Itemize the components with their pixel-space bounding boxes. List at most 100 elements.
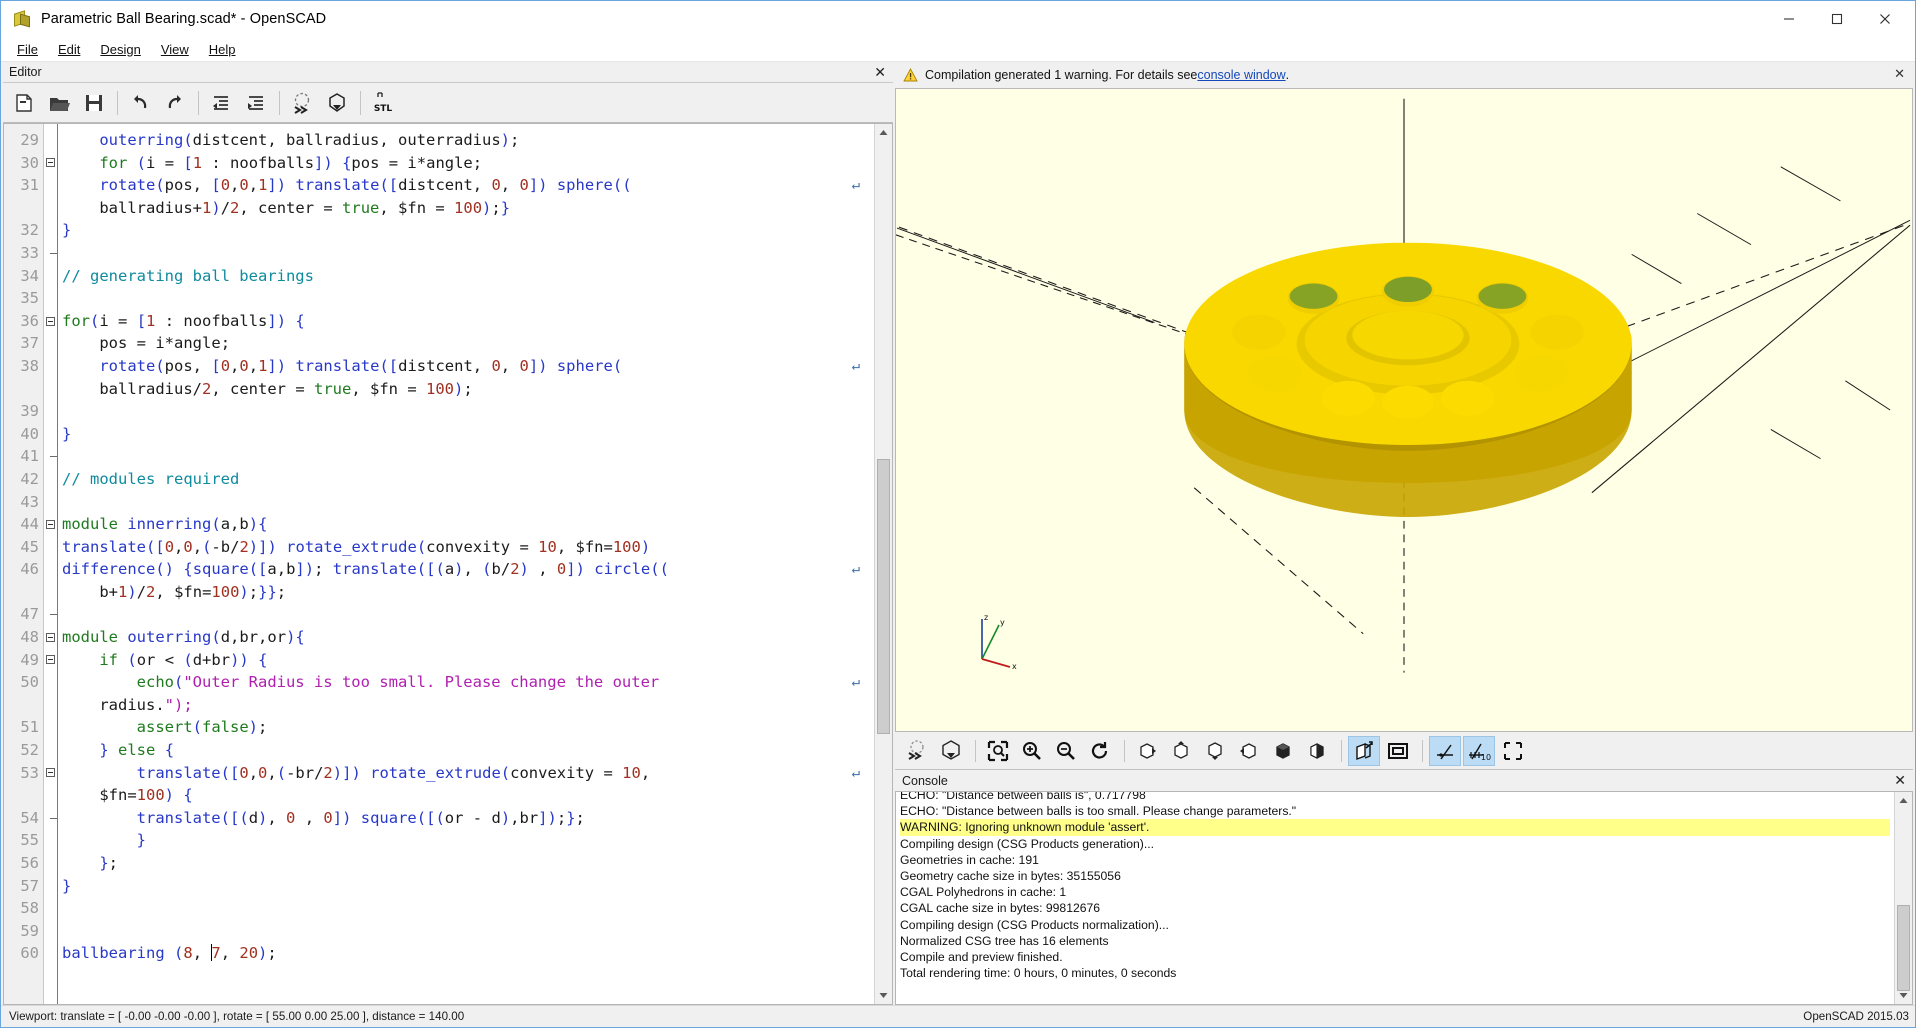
fold-collapse-icon[interactable]	[46, 158, 55, 168]
view-front-icon[interactable]	[1267, 736, 1299, 766]
code-line[interactable]: pos = i*angle;	[62, 332, 874, 355]
fold-marker[interactable]	[44, 310, 57, 333]
3d-viewport[interactable]: z y x	[895, 88, 1913, 732]
code-line[interactable]: } else {	[62, 739, 874, 762]
show-scale-icon[interactable]: 10	[1463, 735, 1495, 766]
fold-collapse-icon[interactable]	[46, 316, 55, 326]
console-scroll-track[interactable]	[1895, 809, 1912, 991]
code-line[interactable]: ballbearing (8, 7, 20);	[62, 942, 874, 965]
code-line[interactable]: }	[62, 829, 874, 852]
scroll-track[interactable]	[875, 141, 892, 987]
code-line[interactable]: outerring(distcent, ballradius, outerrad…	[62, 129, 874, 152]
code-line[interactable]: difference() {square([a,b]); translate([…	[62, 558, 874, 581]
zoom-out-icon[interactable]	[1050, 736, 1082, 766]
perspective-icon[interactable]	[1348, 735, 1380, 766]
export-stl-icon[interactable]: STL	[366, 86, 400, 120]
menu-file[interactable]: File	[7, 39, 48, 60]
code-line[interactable]: module innerring(a,b){	[62, 513, 874, 536]
code-fold-column[interactable]	[44, 124, 58, 1004]
zoom-in-icon[interactable]	[1016, 736, 1048, 766]
scroll-thumb[interactable]	[877, 459, 890, 734]
reset-view-icon[interactable]	[1084, 736, 1116, 766]
save-icon[interactable]	[77, 86, 111, 120]
view-left-icon[interactable]	[1233, 736, 1265, 766]
console-scroll-thumb[interactable]	[1897, 905, 1910, 991]
show-axes-icon[interactable]	[1429, 735, 1461, 766]
console-output[interactable]: ECHO: "Distance between balls is", 0.717…	[896, 792, 1894, 1004]
render-icon[interactable]	[320, 86, 354, 120]
render-icon[interactable]	[935, 736, 967, 766]
code-line[interactable]	[62, 603, 874, 626]
scroll-down-arrow-icon[interactable]	[875, 987, 892, 1004]
minimize-button[interactable]	[1765, 1, 1813, 37]
code-line[interactable]: translate([0,0,(-br/2)]) rotate_extrude(…	[62, 762, 874, 785]
console-vertical-scrollbar[interactable]	[1894, 792, 1912, 1004]
code-line[interactable]	[62, 242, 874, 265]
fold-marker[interactable]	[44, 513, 57, 536]
code-line-continuation[interactable]: ballradius/2, center = true, $fn = 100);	[62, 378, 874, 401]
code-line[interactable]: rotate(pos, [0,0,1]) translate([distcent…	[62, 355, 874, 378]
fold-marker[interactable]	[44, 626, 57, 649]
code-line[interactable]	[62, 920, 874, 943]
new-icon[interactable]	[7, 86, 41, 120]
menu-view[interactable]: View	[151, 39, 199, 60]
code-line[interactable]	[62, 287, 874, 310]
menu-design[interactable]: Design	[90, 39, 150, 60]
code-line[interactable]	[62, 491, 874, 514]
fold-collapse-icon[interactable]	[46, 655, 55, 665]
console-scroll-up-icon[interactable]	[1895, 792, 1912, 809]
code-line-continuation[interactable]: b+1)/2, $fn=100);}};	[62, 581, 874, 604]
console-window-link[interactable]: console window	[1197, 68, 1285, 82]
fold-collapse-icon[interactable]	[46, 632, 55, 642]
console-body[interactable]: ECHO: "Distance between balls is", 0.717…	[895, 791, 1913, 1005]
code-line[interactable]	[62, 445, 874, 468]
console-dock-close-icon[interactable]: ✕	[1894, 772, 1906, 788]
code-line[interactable]: translate([(d), 0 , 0]) square([(or - d)…	[62, 807, 874, 830]
code-line[interactable]: rotate(pos, [0,0,1]) translate([distcent…	[62, 174, 874, 197]
code-line[interactable]	[62, 897, 874, 920]
code-line[interactable]: }	[62, 219, 874, 242]
fold-marker[interactable]	[44, 152, 57, 175]
editor-vertical-scrollbar[interactable]	[874, 124, 892, 1004]
preview-icon[interactable]	[901, 736, 933, 766]
fold-marker[interactable]	[44, 762, 57, 785]
show-crosshairs-icon[interactable]	[1497, 736, 1529, 766]
code-line[interactable]: if (or < (d+br)) {	[62, 649, 874, 672]
code-line[interactable]	[62, 400, 874, 423]
undo-icon[interactable]	[123, 86, 157, 120]
fold-marker[interactable]	[44, 649, 57, 672]
unindent-icon[interactable]	[204, 86, 238, 120]
editor-dock-close-icon[interactable]: ✕	[874, 64, 886, 80]
maximize-button[interactable]	[1813, 1, 1861, 37]
redo-icon[interactable]	[158, 86, 192, 120]
fold-collapse-icon[interactable]	[46, 768, 55, 778]
view-back-icon[interactable]	[1301, 736, 1333, 766]
code-line-continuation[interactable]: ballradius+1)/2, center = true, $fn = 10…	[62, 197, 874, 220]
code-line[interactable]: // generating ball bearings	[62, 265, 874, 288]
code-line[interactable]: module outerring(d,br,or){	[62, 626, 874, 649]
preview-icon[interactable]	[285, 86, 319, 120]
code-line[interactable]: echo("Outer Radius is too small. Please …	[62, 671, 874, 694]
code-line[interactable]: }	[62, 875, 874, 898]
scroll-up-arrow-icon[interactable]	[875, 124, 892, 141]
view-right-icon[interactable]	[1131, 736, 1163, 766]
view-bottom-icon[interactable]	[1199, 736, 1231, 766]
code-text[interactable]: outerring(distcent, ballradius, outerrad…	[58, 124, 874, 1004]
code-line[interactable]: }	[62, 423, 874, 446]
zoom-all-icon[interactable]	[982, 736, 1014, 766]
code-line[interactable]: for(i = [1 : noofballs]) {	[62, 310, 874, 333]
code-line[interactable]: // modules required	[62, 468, 874, 491]
menu-help[interactable]: Help	[199, 39, 246, 60]
code-line-continuation[interactable]: $fn=100) {	[62, 784, 874, 807]
indent-icon[interactable]	[239, 86, 273, 120]
menu-edit[interactable]: Edit	[48, 39, 90, 60]
orthogonal-icon[interactable]	[1382, 736, 1414, 766]
code-line[interactable]: translate([0,0,(-b/2)]) rotate_extrude(c…	[62, 536, 874, 559]
close-button[interactable]	[1861, 1, 1909, 37]
open-icon[interactable]	[42, 86, 76, 120]
code-editor[interactable]: 29 30 31 32 33 34 35 36 37 38 39 40 41 42 43 44 45 46 4…	[3, 123, 893, 1005]
code-line-continuation[interactable]: radius.");	[62, 694, 874, 717]
code-line[interactable]: assert(false);	[62, 716, 874, 739]
warning-close-icon[interactable]: ✕	[1894, 66, 1905, 82]
code-line[interactable]: for (i = [1 : noofballs]) {pos = i*angle…	[62, 152, 874, 175]
